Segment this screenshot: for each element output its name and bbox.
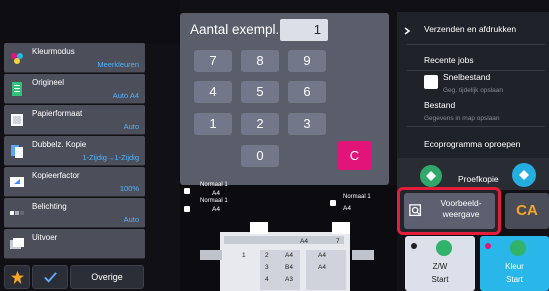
recent-jobs-link[interactable]: Recente jobs <box>424 55 474 65</box>
key-7[interactable]: 7 <box>194 50 232 72</box>
chevron-right-icon <box>404 27 411 35</box>
bw-dot-icon <box>411 243 417 249</box>
key-1[interactable]: 1 <box>194 113 232 135</box>
magnifier-icon <box>409 204 422 217</box>
start-bw-label: Z/W <box>432 262 448 271</box>
start-color-label: Kleur <box>505 262 524 271</box>
function-exposure[interactable]: Belichting Auto <box>4 198 145 228</box>
action-panel: Verzenden en afdrukken Recente jobs Snel… <box>397 12 549 158</box>
key-9[interactable]: 9 <box>288 50 326 72</box>
paper-size-icon <box>11 114 23 126</box>
tray-label: Normaal 1 <box>343 194 371 200</box>
copies-input[interactable]: 1 <box>280 19 328 41</box>
diamond-icon <box>426 171 436 181</box>
function-value: Meerkleuren <box>97 60 139 69</box>
clear-button[interactable]: C <box>337 141 372 170</box>
function-label: Kleurmodus <box>32 47 75 56</box>
preview-button[interactable]: Voorbeeld- weergave <box>404 193 495 229</box>
file-sub: Gegevens in map opslaan <box>424 115 500 122</box>
tray-size: A4 <box>300 238 308 245</box>
quick-file-checkbox[interactable] <box>424 75 438 89</box>
key-5[interactable]: 5 <box>241 81 279 103</box>
function-duplex[interactable]: Dubbelz. Kopie 1-Zijdig→1-Zijdig <box>4 136 145 166</box>
original-icon <box>12 82 22 96</box>
tray-number: 2 <box>265 252 269 259</box>
favorite-button[interactable] <box>4 265 30 289</box>
function-label: Belichting <box>32 202 67 211</box>
copies-label: Aantal exempl. <box>190 22 280 37</box>
tray-icon <box>330 200 336 206</box>
proof-copy-bw-button[interactable] <box>512 163 536 187</box>
function-label: Papierformaat <box>32 109 83 118</box>
tray-size: A3 <box>285 276 293 283</box>
tray-label: Normaal 1 <box>200 198 228 204</box>
divider <box>407 126 545 127</box>
function-copy-ratio[interactable]: Kopieerfactor 100% <box>4 167 145 197</box>
proof-copy-color-button[interactable] <box>420 165 442 187</box>
diamond-icon <box>436 240 452 256</box>
function-label: Origineel <box>32 78 65 87</box>
quick-file-sub: Geg. tijdelijk opslaan <box>443 87 503 94</box>
function-value: 1-Zijdig→1-Zijdig <box>82 153 139 162</box>
tray-icon <box>184 188 190 194</box>
start-color-sub: Start <box>506 275 523 284</box>
color-mode-icon <box>11 53 23 64</box>
tray-size: A4 <box>212 190 220 197</box>
function-value: 100% <box>119 184 139 193</box>
proof-copy-label[interactable]: Proefkopie <box>458 174 499 184</box>
tray-size: A4 <box>318 264 326 271</box>
function-color-mode[interactable]: Kleurmodus Meerkleuren <box>4 43 145 73</box>
send-print-link[interactable]: Verzenden en afdrukken <box>424 24 516 34</box>
tray-size: A4 <box>285 252 293 259</box>
eco-program-link[interactable]: Ecoprogramma oproepen <box>424 139 520 149</box>
start-bw-button[interactable]: Z/W Start <box>405 236 475 291</box>
function-value: Auto <box>123 122 139 131</box>
tray-label: Normaal 1 <box>200 182 228 188</box>
function-label: Dubbelz. Kopie <box>32 140 87 149</box>
check-icon <box>44 272 57 283</box>
tray-number: 3 <box>265 264 269 271</box>
function-output[interactable]: Uitvoer <box>4 229 145 259</box>
function-paper-size[interactable]: Papierformaat Auto <box>4 105 145 135</box>
duplex-icon <box>11 145 23 158</box>
key-6[interactable]: 6 <box>288 81 326 103</box>
diamond-icon <box>510 240 526 256</box>
tray-size: B4 <box>285 264 293 271</box>
start-color-button[interactable]: Kleur Start <box>480 236 549 291</box>
star-icon <box>10 270 25 285</box>
function-label: Uitvoer <box>32 233 58 242</box>
divider <box>407 44 545 45</box>
key-3[interactable]: 3 <box>288 113 326 135</box>
tray-number: 4 <box>265 276 269 283</box>
copy-ratio-icon <box>10 177 24 187</box>
preview-label: Voorbeeld- weergave <box>440 198 482 219</box>
divider <box>407 70 545 71</box>
tray-number: 1 <box>242 252 246 259</box>
key-2[interactable]: 2 <box>241 113 279 135</box>
key-4[interactable]: 4 <box>194 81 232 103</box>
file-link[interactable]: Bestand <box>424 100 455 110</box>
start-bw-sub: Start <box>431 275 449 284</box>
tray-size: A4 <box>318 252 326 259</box>
top-band <box>0 0 180 44</box>
quick-file-label[interactable]: Snelbestand <box>443 72 490 82</box>
function-value: Auto <box>123 215 139 224</box>
exposure-icon <box>10 211 24 215</box>
diamond-icon <box>519 170 529 180</box>
check-button[interactable] <box>32 265 68 289</box>
function-original[interactable]: Origineel Auto A4 <box>4 74 145 104</box>
color-dot-icon <box>485 243 491 249</box>
others-button[interactable]: Overige <box>70 265 144 289</box>
function-label: Kopieerfactor <box>32 171 80 180</box>
key-0[interactable]: 0 <box>241 145 279 167</box>
tray-number: 7 <box>336 238 340 245</box>
output-icon <box>10 238 24 249</box>
function-value: Auto A4 <box>112 91 139 100</box>
clear-all-button[interactable]: CA <box>505 193 549 229</box>
key-8[interactable]: 8 <box>241 50 279 72</box>
